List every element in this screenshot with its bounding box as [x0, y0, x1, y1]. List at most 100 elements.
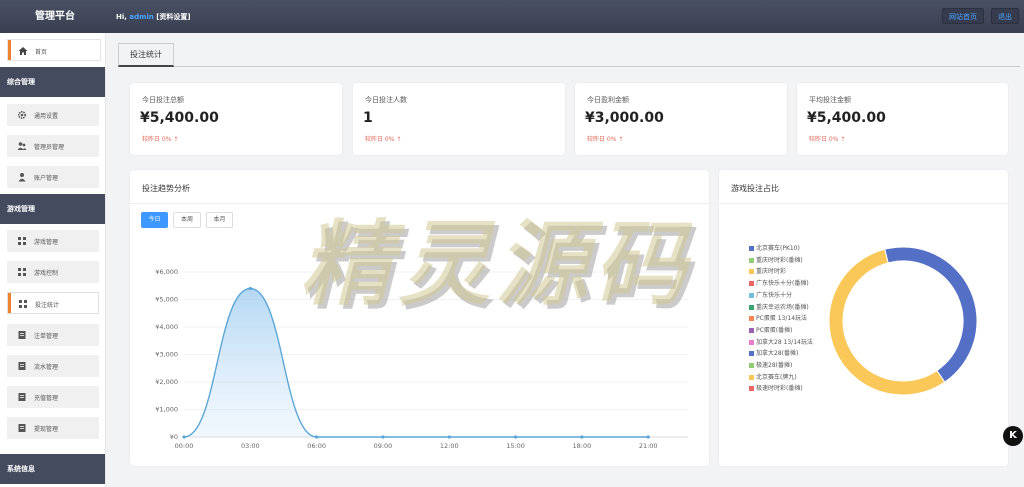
legend-swatch — [749, 281, 754, 287]
stat-card-bettor-count: 今日投注人数 1 较昨日 0% ↑ — [353, 83, 565, 155]
data-point[interactable] — [381, 435, 385, 439]
sidebar-group-general[interactable]: 综合管理 — [0, 67, 105, 97]
x-tick-label: 18:00 — [573, 442, 592, 450]
sidebar-item-game-management[interactable]: 游戏管理 — [7, 230, 99, 252]
stat-label: 今日盈利金额 — [587, 96, 629, 104]
legend-item[interactable]: PC蛋蛋 13/14玩法 — [749, 313, 807, 322]
sidebar-item-account-management[interactable]: 账户管理 — [7, 166, 99, 188]
legend-swatch — [749, 351, 754, 357]
stat-compare: 较昨日 0% ↑ — [365, 136, 402, 143]
stat-value: ¥3,000.00 — [585, 110, 664, 126]
donut-slice[interactable] — [884, 246, 978, 383]
legend-item[interactable]: 重庆时时彩(番摊) — [749, 255, 803, 264]
tab-bar: 投注统计 — [118, 43, 1020, 67]
legend-item[interactable]: 极速28(番摊) — [749, 360, 792, 369]
legend-item[interactable]: 北京赛车(PK10) — [749, 243, 800, 252]
tab-bet-statistics[interactable]: 投注统计 — [118, 43, 174, 67]
gear-icon — [17, 110, 27, 120]
sidebar-item-home[interactable]: 首页 — [7, 39, 101, 61]
y-tick-label: ¥2,000 — [155, 378, 178, 386]
stat-value: ¥5,400.00 — [140, 110, 219, 126]
legend-swatch — [749, 304, 754, 310]
y-tick-label: ¥3,000 — [155, 351, 178, 359]
data-point[interactable] — [580, 435, 584, 439]
legend-swatch — [749, 269, 754, 275]
sidebar-item-label: 流水管理 — [34, 364, 59, 371]
legend-label: 重庆时时彩 — [756, 268, 787, 276]
legend-label: 极速28(番摊) — [756, 362, 793, 369]
share-title: 游戏投注占比 — [731, 184, 779, 193]
legend-item[interactable]: PC蛋蛋(番摊) — [749, 325, 793, 334]
legend-item[interactable]: 重庆幸运农场(番摊) — [749, 302, 809, 311]
x-tick-label: 03:00 — [241, 442, 260, 450]
stat-card-total-bets: 今日投注总额 ¥5,400.00 较昨日 0% ↑ — [130, 83, 342, 155]
data-point[interactable] — [513, 435, 518, 439]
grid-icon — [19, 300, 27, 308]
sidebar-item-label: 提现管理 — [34, 426, 59, 433]
trend-area-fill — [184, 288, 649, 437]
sidebar-item-withdraw-management[interactable]: 提现管理 — [7, 417, 99, 439]
legend-label: 重庆幸运农场(番摊) — [756, 303, 809, 311]
sidebar-group-games[interactable]: 游戏管理 — [0, 194, 105, 224]
legend-label: 北京赛车(牌九) — [756, 373, 797, 381]
range-today-button[interactable]: 今日 — [141, 212, 168, 228]
stat-value: 1 — [363, 110, 373, 126]
range-month-button[interactable]: 本月 — [206, 212, 233, 228]
data-point[interactable] — [315, 435, 319, 439]
panel-divider — [130, 203, 709, 204]
active-indicator — [8, 293, 11, 313]
sidebar-item-game-control[interactable]: 游戏控制 — [7, 261, 99, 283]
legend-swatch — [749, 246, 754, 251]
logout-button[interactable]: 退出 — [991, 8, 1019, 24]
profile-settings-link[interactable]: [资料设置] — [156, 13, 190, 21]
sidebar-item-flow-management[interactable]: 流水管理 — [7, 355, 99, 377]
donut-slice[interactable] — [828, 248, 946, 396]
x-tick-label: 09:00 — [374, 442, 393, 450]
legend-item[interactable]: 加拿大28(番摊) — [749, 348, 798, 357]
x-tick-label: 00:00 — [175, 442, 194, 450]
sidebar-item-bet-statistics[interactable]: 投注统计 — [7, 292, 99, 314]
sidebar-item-label: 首页 — [35, 49, 48, 56]
range-week-button[interactable]: 本周 — [173, 212, 201, 228]
legend-swatch — [749, 374, 754, 380]
corner-badge[interactable]: K — [1003, 426, 1023, 446]
sidebar-item-label: 投注统计 — [35, 302, 60, 309]
sidebar-item-order-management[interactable]: 注单管理 — [7, 324, 99, 346]
legend-item[interactable]: 极速时时彩(番摊) — [749, 383, 803, 392]
stat-label: 今日投注总额 — [142, 96, 184, 104]
legend-swatch — [749, 363, 754, 368]
data-point[interactable] — [646, 435, 650, 439]
data-point[interactable] — [182, 435, 186, 439]
x-tick-label: 06:00 — [307, 442, 326, 450]
grid-icon — [18, 237, 26, 245]
site-home-button[interactable]: 网站首页 — [942, 8, 984, 24]
legend-label: 广东快乐十分(番摊) — [756, 280, 809, 288]
legend-item[interactable]: 广东快乐十分(番摊) — [749, 278, 809, 287]
sidebar-group-system-info[interactable]: 系统信息 — [0, 454, 105, 484]
stat-compare: 较昨日 0% ↑ — [587, 136, 624, 143]
sidebar-item-general-settings[interactable]: 通用设置 — [7, 104, 99, 126]
y-tick-label: ¥4,000 — [155, 323, 178, 331]
username-link[interactable]: admin — [129, 13, 153, 21]
stat-compare: 较昨日 0% ↑ — [809, 136, 846, 143]
legend-item[interactable]: 重庆时时彩 — [749, 266, 786, 275]
active-indicator — [8, 40, 11, 60]
legend-item[interactable]: 广东快乐十分 — [749, 290, 792, 299]
stat-card-profit: 今日盈利金额 ¥3,000.00 较昨日 0% ↑ — [575, 83, 787, 155]
legend-label: 加拿大28(番摊) — [756, 350, 799, 358]
sidebar-item-label: 注单管理 — [34, 333, 59, 340]
legend-item[interactable]: 北京赛车(牌九) — [749, 372, 797, 381]
stat-label: 平均投注金额 — [809, 96, 851, 104]
legend-label: 重庆时时彩(番摊) — [756, 256, 803, 264]
data-point[interactable] — [248, 286, 252, 291]
document-icon — [18, 331, 26, 339]
document-icon — [18, 362, 26, 370]
data-point[interactable] — [447, 435, 451, 439]
sidebar-item-recharge-management[interactable]: 充值管理 — [7, 386, 99, 408]
x-tick-label: 12:00 — [440, 442, 459, 450]
legend-item[interactable]: 加拿大28 13/14玩法 — [749, 337, 813, 346]
sidebar-item-admin-management[interactable]: 管理员管理 — [7, 135, 99, 157]
legend-swatch — [749, 386, 754, 392]
y-tick-label: ¥0 — [170, 433, 178, 441]
panel-divider — [719, 203, 1008, 204]
